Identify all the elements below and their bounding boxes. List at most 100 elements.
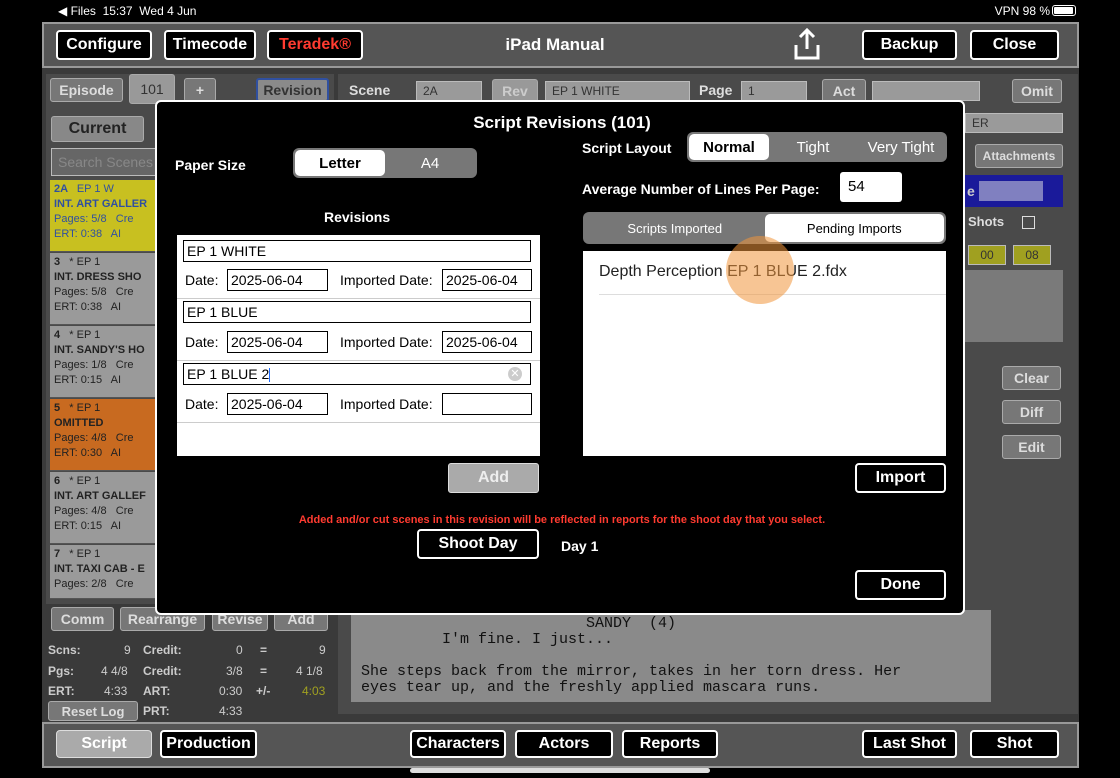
backup-button[interactable]: Backup [862, 30, 957, 60]
revision-date-field[interactable]: 2025-06-04 [227, 393, 328, 415]
rev-field[interactable]: EP 1 WHITE [545, 81, 690, 101]
scene-field[interactable]: 2A [416, 81, 482, 101]
ert-label: ERT: [48, 684, 75, 698]
scene-heading: INT. SANDY'S HO [54, 344, 145, 356]
revisions-label: Revisions [324, 209, 391, 225]
layout-option-very-tight[interactable]: Very Tight [857, 134, 945, 160]
scene-cre: Cre [115, 286, 134, 298]
tab-production[interactable]: Production [160, 730, 257, 758]
tab-script[interactable]: Script [56, 730, 152, 758]
revision-name-field[interactable]: EP 1 WHITE [183, 240, 531, 262]
diff-button[interactable]: Diff [1002, 400, 1061, 424]
close-button[interactable]: Close [970, 30, 1059, 60]
shoot-day-button[interactable]: Shoot Day [417, 529, 539, 559]
list-item[interactable]: 7 * EP 1 INT. TAXI CAB - E Pages: 2/8 Cr… [50, 545, 155, 599]
prt-label: PRT: [143, 704, 170, 718]
pgs-total: 4 1/8 [296, 664, 323, 678]
pgs-value: 4 4/8 [101, 664, 128, 678]
list-item[interactable]: 4 * EP 1 INT. SANDY'S HO Pages: 1/8 Cre … [50, 326, 155, 398]
script-layout-label: Script Layout [582, 140, 672, 156]
shoot-day-warning: Added and/or cut scenes in this revision… [298, 514, 826, 526]
shot-button[interactable]: Shot [970, 730, 1059, 758]
scene-ert: ERT: 0:30 [54, 447, 103, 459]
list-item[interactable]: 3 * EP 1 INT. DRESS SHO Pages: 5/8 Cre E… [50, 253, 155, 325]
list-item[interactable]: 2A EP 1 W INT. ART GALLER Pages: 5/8 Cre… [50, 180, 155, 252]
imported-date-field[interactable]: 2025-06-04 [442, 269, 532, 291]
date-label: Date: [185, 334, 219, 350]
shots-checkbox[interactable] [1022, 216, 1035, 229]
credit-label: Credit: [143, 643, 182, 657]
episode-button[interactable]: Episode [50, 78, 123, 102]
scene-cre: Cre [115, 432, 134, 444]
divider [177, 360, 540, 361]
revision-date-field[interactable]: 2025-06-04 [227, 331, 328, 353]
timecode-b[interactable]: 08 [1013, 245, 1051, 265]
done-button[interactable]: Done [855, 570, 946, 600]
tab-scripts-imported[interactable]: Scripts Imported [585, 214, 765, 242]
import-button[interactable]: Import [855, 463, 946, 493]
search-scenes-input[interactable]: Search Scenes [51, 148, 157, 176]
pgs-label: Pgs: [48, 664, 75, 678]
teradek-button[interactable]: Teradek® [267, 30, 363, 60]
revision-name-field-active[interactable]: EP 1 BLUE 2 ✕ [183, 363, 531, 385]
scene-cre: Cre [115, 505, 134, 517]
scene-heading: INT. ART GALLER [54, 198, 148, 210]
scene-ar: AI [110, 520, 122, 532]
revision-date-field[interactable]: 2025-06-04 [227, 269, 328, 291]
art-value: 0:30 [219, 684, 243, 698]
reports-button[interactable]: Reports [622, 730, 718, 758]
comm-button[interactable]: Comm [51, 607, 114, 631]
scene-rev: * EP 1 [69, 329, 101, 341]
home-indicator[interactable] [410, 768, 710, 773]
scene-num: 7 [54, 548, 61, 560]
credit2-label: Credit: [143, 664, 182, 678]
revision-button[interactable]: Revision [256, 78, 329, 102]
pending-import-item[interactable]: Depth Perception EP 1 BLUE 2.fdx [599, 263, 847, 281]
date-label: Date: [185, 272, 219, 288]
scene-ar: AI [110, 447, 122, 459]
avg-lines-input[interactable]: 54 [840, 172, 902, 202]
back-to-app-link[interactable]: ◀ Files [58, 4, 96, 18]
omit-button[interactable]: Omit [1012, 79, 1062, 103]
add-revision-button[interactable]: Add [448, 463, 539, 493]
script-text-view[interactable]: SANDY (4) I'm fine. I just... She steps … [351, 610, 991, 702]
status-bar: ◀ Files 15:37 Wed 4 Jun VPN 98 % [0, 0, 1120, 22]
page-field[interactable]: 1 [741, 81, 807, 101]
scene-pages: Pages: 1/8 [54, 359, 107, 371]
scene-rev: * EP 1 [69, 548, 101, 560]
imported-date-field[interactable] [442, 393, 532, 415]
add-episode-button[interactable]: + [184, 78, 216, 102]
plus-minus: +/- [256, 684, 271, 698]
layout-option-tight[interactable]: Tight [769, 134, 857, 160]
layout-option-normal[interactable]: Normal [689, 134, 769, 160]
paper-option-letter[interactable]: Letter [295, 150, 385, 176]
tab-pending-imports[interactable]: Pending Imports [764, 214, 944, 242]
characters-button[interactable]: Characters [410, 730, 506, 758]
clear-button[interactable]: Clear [1002, 366, 1061, 390]
scene-cre: Cre [115, 213, 134, 225]
partial-field[interactable]: ER [965, 113, 1063, 133]
status-right: VPN 98 % [994, 4, 1050, 18]
edit-button[interactable]: Edit [1002, 435, 1061, 459]
configure-button[interactable]: Configure [56, 30, 152, 60]
revision-name-field[interactable]: EP 1 BLUE [183, 301, 531, 323]
scene-heading: OMITTED [54, 417, 104, 429]
list-item[interactable]: 6 * EP 1 INT. ART GALLEF Pages: 4/8 Cre … [50, 472, 155, 544]
last-shot-button[interactable]: Last Shot [862, 730, 957, 758]
imported-date-field[interactable]: 2025-06-04 [442, 331, 532, 353]
act-field[interactable] [872, 81, 980, 101]
attachments-button[interactable]: Attachments [975, 144, 1063, 168]
clear-text-icon[interactable]: ✕ [508, 367, 522, 381]
tab-current[interactable]: Current [51, 116, 144, 142]
app-title: iPad Manual [505, 35, 605, 54]
paper-option-a4[interactable]: A4 [385, 150, 475, 176]
actors-button[interactable]: Actors [515, 730, 613, 758]
timecode-a[interactable]: 00 [968, 245, 1006, 265]
scns-value: 9 [124, 643, 131, 657]
imported-date-label: Imported Date: [340, 272, 433, 288]
list-item[interactable]: 5 * EP 1 OMITTED Pages: 4/8 Cre ERT: 0:3… [50, 399, 155, 471]
blue-panel-field[interactable] [979, 181, 1043, 201]
timecode-button[interactable]: Timecode [164, 30, 256, 60]
share-icon[interactable] [792, 27, 822, 61]
reset-log-button[interactable]: Reset Log [48, 701, 138, 721]
